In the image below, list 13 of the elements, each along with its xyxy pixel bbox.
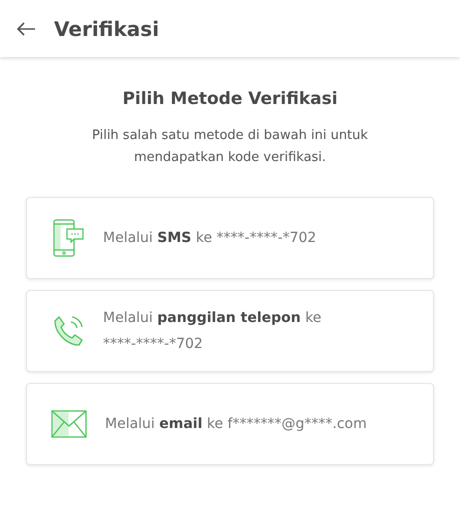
back-arrow-icon <box>16 20 36 36</box>
method-label: Melalui SMS ke ****-****-*702 <box>103 229 316 248</box>
page-title: Verifikasi <box>54 16 160 40</box>
back-button[interactable] <box>16 20 36 36</box>
method-label: Melalui email ke f*******@g****.com <box>105 415 367 434</box>
verification-method-card[interactable]: Melalui email ke f*******@g****.com <box>26 383 434 465</box>
phone-message-icon <box>51 219 85 257</box>
verification-method-card[interactable]: Melalui panggilan telepon ke ****-****-*702 <box>26 290 434 372</box>
description-text: Pilih salah satu metode di bawah ini untuk mendapatkan kode verifikasi. <box>91 127 369 167</box>
method-label: Melalui panggilan telepon ke ****-****-*702 <box>103 309 322 354</box>
section-heading: Pilih Metode Verifikasi <box>122 89 338 109</box>
envelope-icon <box>51 410 87 438</box>
verification-method-card[interactable]: Melalui SMS ke ****-****-*702 <box>26 197 434 279</box>
